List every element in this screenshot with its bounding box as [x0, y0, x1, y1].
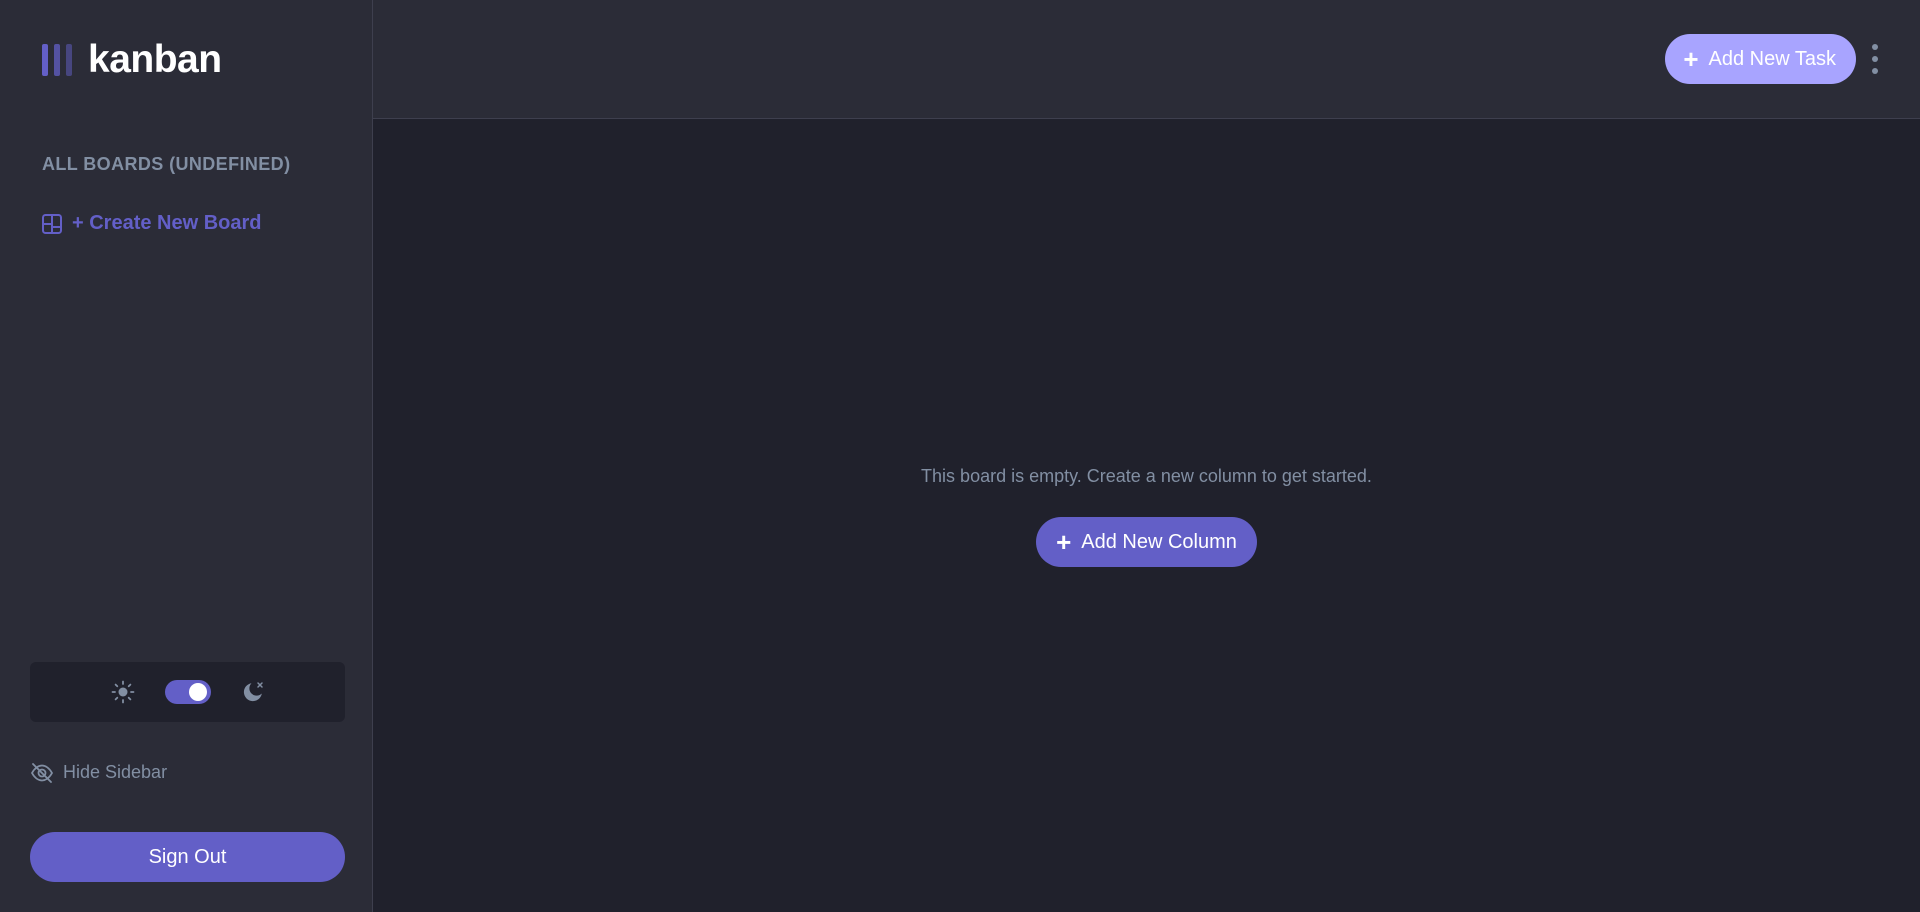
- main-area: + Add New Task This board is empty. Crea…: [373, 0, 1920, 912]
- theme-toggle-panel: [30, 662, 345, 722]
- vertical-ellipsis-icon[interactable]: [1870, 44, 1880, 74]
- create-new-board-button[interactable]: + Create New Board: [42, 212, 262, 235]
- top-header: + Add New Task: [373, 0, 1920, 119]
- sun-icon: [111, 680, 134, 704]
- kanban-logo-icon: [42, 44, 72, 76]
- theme-switch-knob: [188, 683, 207, 701]
- logo: kanban: [42, 38, 222, 82]
- add-new-column-label: Add New Column: [1081, 530, 1237, 553]
- empty-board-message: This board is empty. Create a new column…: [921, 466, 1372, 486]
- hide-sidebar-button[interactable]: Hide Sidebar: [30, 762, 167, 783]
- sidebar: kanban ALL BOARDS (UNDEFINED) + Create N…: [0, 0, 373, 912]
- add-new-task-button[interactable]: + Add New Task: [1665, 34, 1856, 84]
- add-new-column-button[interactable]: + Add New Column: [1036, 517, 1257, 567]
- theme-switch[interactable]: [164, 680, 211, 704]
- all-boards-heading: ALL BOARDS (UNDEFINED): [42, 154, 291, 174]
- kanban-app: kanban ALL BOARDS (UNDEFINED) + Create N…: [0, 0, 1920, 912]
- board-icon: [42, 213, 62, 234]
- sign-out-button[interactable]: Sign Out: [30, 832, 345, 882]
- eye-slash-icon: [30, 762, 54, 783]
- create-new-board-label: + Create New Board: [72, 212, 262, 234]
- plus-icon: +: [1683, 44, 1699, 74]
- plus-icon: +: [1056, 527, 1072, 557]
- add-new-task-label: Add New Task: [1708, 47, 1836, 70]
- logo-text: kanban: [88, 38, 222, 81]
- moon-icon: [243, 682, 263, 702]
- hide-sidebar-label: Hide Sidebar: [63, 762, 168, 782]
- empty-board-state: This board is empty. Create a new column…: [373, 466, 1920, 567]
